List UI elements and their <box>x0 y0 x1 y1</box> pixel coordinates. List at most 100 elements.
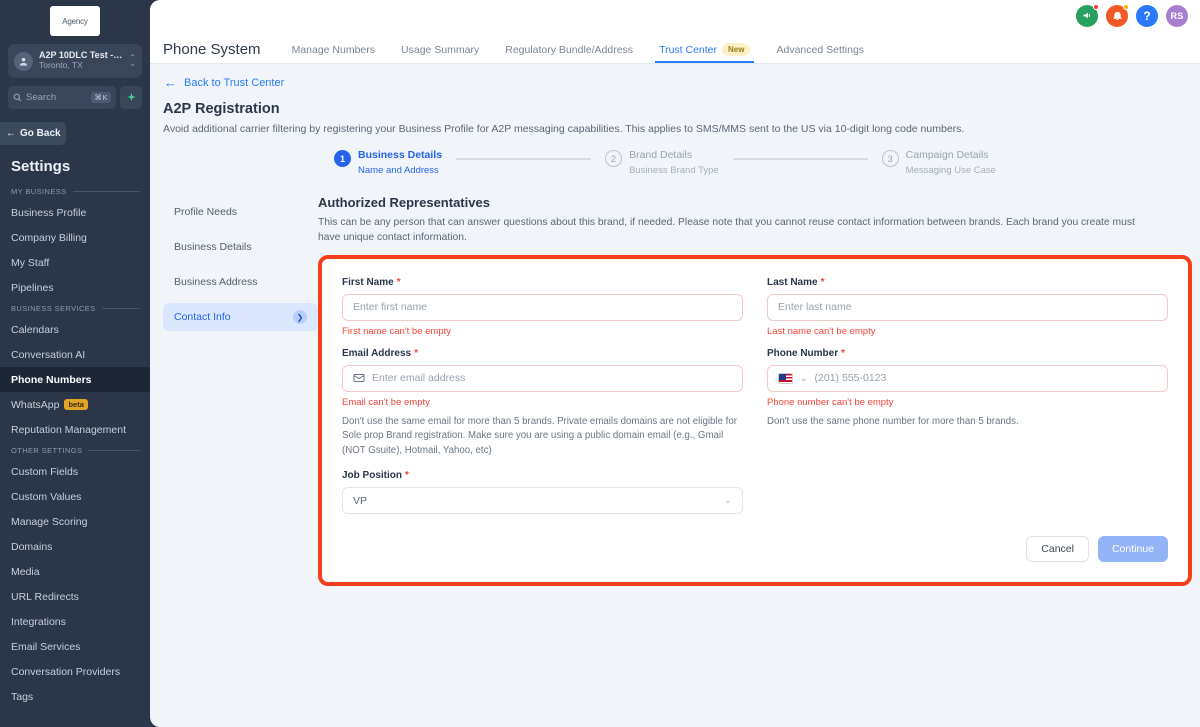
sidebar-item-phone-numbers[interactable]: Phone Numbers <box>0 367 150 392</box>
email-input[interactable]: Enter email address <box>342 364 743 392</box>
chevron-down-icon[interactable]: ⌄ <box>800 373 808 384</box>
subnav-item-business-address[interactable]: Business Address <box>163 268 318 296</box>
sparkle-icon <box>126 92 136 102</box>
sidebar-item-label: Calendars <box>11 323 59 336</box>
search-icon <box>13 93 22 102</box>
sidebar-item-conversation-providers[interactable]: Conversation Providers <box>0 659 150 684</box>
sidebar-item-tags[interactable]: Tags <box>0 684 150 709</box>
cancel-button[interactable]: Cancel <box>1026 536 1089 563</box>
account-location: Toronto, TX <box>39 60 83 71</box>
tab-advanced-settings[interactable]: Advanced Settings <box>763 44 877 63</box>
sidebar-item-reputation-management[interactable]: Reputation Management <box>0 417 150 442</box>
subnav-item-business-details[interactable]: Business Details <box>163 233 318 261</box>
subnav-item-profile-needs[interactable]: Profile Needs <box>163 198 318 226</box>
last-name-input[interactable]: Enter last name <box>767 293 1168 321</box>
account-switcher[interactable]: A2P 10DLC Test - Sh… Toronto, TX ⌃⌄ <box>8 44 142 78</box>
back-link-label: Back to Trust Center <box>184 76 285 89</box>
sidebar-item-label: Manage Scoring <box>11 515 88 528</box>
divider <box>101 308 140 309</box>
form-card-column: Authorized Representatives This can be a… <box>318 195 1200 586</box>
tab-regulatory-bundle-address[interactable]: Regulatory Bundle/Address <box>492 44 646 63</box>
bell-icon[interactable] <box>1106 3 1129 27</box>
required-marker: * <box>841 347 846 359</box>
sidebar-item-manage-scoring[interactable]: Manage Scoring <box>0 509 150 534</box>
tab-label: Usage Summary <box>401 44 480 56</box>
logo[interactable]: Agency <box>0 0 150 44</box>
sidebar-item-my-staff[interactable]: My Staff <box>0 250 150 275</box>
sidebar-item-label: Custom Fields <box>11 465 79 478</box>
step-brand-details[interactable]: 2 Brand Details Business Brand Type <box>605 149 719 177</box>
first-name-input[interactable]: Enter first name <box>342 293 743 321</box>
job-position-select[interactable]: VP ⌄ <box>342 487 743 515</box>
step-name: Brand Details <box>629 149 693 161</box>
chevron-right-icon: ❯ <box>293 310 307 324</box>
phone-input[interactable]: ⌄ (201) 555-0123 <box>767 364 1168 392</box>
chevron-down-icon: ⌄ <box>723 495 732 507</box>
search-input[interactable]: Search ⌘K <box>8 86 116 109</box>
notification-dot <box>1093 3 1099 10</box>
sidebar-item-label: URL Redirects <box>11 590 79 603</box>
email-placeholder: Enter email address <box>372 372 466 385</box>
last-name-label: Last Name * <box>767 277 1168 288</box>
subnav-item-label: Business Details <box>174 241 252 253</box>
first-name-group: First Name * Enter first name First name … <box>342 277 755 337</box>
required-marker: * <box>414 347 419 359</box>
sidebar-item-label: Custom Values <box>11 490 82 503</box>
sidebar-item-custom-fields[interactable]: Custom Fields <box>0 459 150 484</box>
label-text: Job Position <box>342 470 402 482</box>
step-name: Business Details <box>358 149 443 161</box>
subnav-item-contact-info[interactable]: Contact Info ❯ <box>163 303 318 331</box>
tab-label: Advanced Settings <box>776 44 865 56</box>
email-group: Email Address * Enter email address Email… <box>342 348 755 459</box>
back-to-trust-center-link[interactable]: ← Back to Trust Center <box>150 64 1200 89</box>
subnav-item-label: Profile Needs <box>174 206 238 218</box>
sidebar-item-url-redirects[interactable]: URL Redirects <box>0 584 150 609</box>
tab-trust-center[interactable]: Trust Center New <box>646 43 763 63</box>
tab-manage-numbers[interactable]: Manage Numbers <box>279 44 388 63</box>
form-row-job: Job Position * VP ⌄ <box>342 470 1168 515</box>
sidebar-item-domains[interactable]: Domains <box>0 534 150 559</box>
megaphone-icon[interactable] <box>1076 3 1099 27</box>
last-name-placeholder: Enter last name <box>778 301 852 314</box>
step-connector <box>732 158 868 160</box>
avatar[interactable]: RS <box>1166 4 1188 27</box>
label-text: Email Address <box>342 347 412 359</box>
stepper: 1 Business Details Name and Address 2 Br… <box>150 149 1200 177</box>
sidebar-item-pipelines[interactable]: Pipelines <box>0 275 150 300</box>
help-icon[interactable]: ? <box>1136 4 1158 27</box>
job-position-group: Job Position * VP ⌄ <box>342 470 755 515</box>
step-number: 2 <box>605 150 623 167</box>
sidebar-item-label: Email Services <box>11 640 81 653</box>
subnav-item-label: Contact Info <box>174 311 231 323</box>
nav-group-other-settings: OTHER SETTINGS <box>0 442 150 459</box>
avatar-initials: RS <box>1170 10 1184 21</box>
step-campaign-details[interactable]: 3 Campaign Details Messaging Use Case <box>881 149 996 177</box>
phone-label: Phone Number * <box>767 348 1168 359</box>
arrow-left-icon: ← <box>6 128 16 139</box>
tab-usage-summary[interactable]: Usage Summary <box>388 44 492 63</box>
form-description: This can be any person that can answer q… <box>318 217 1135 243</box>
go-back-button[interactable]: ← Go Back <box>0 122 66 145</box>
sidebar-item-company-billing[interactable]: Company Billing <box>0 225 150 250</box>
continue-button[interactable]: Continue <box>1097 536 1168 563</box>
sidebar-item-label: My Staff <box>11 256 50 269</box>
top-bar: ? RS <box>150 0 1200 31</box>
ai-spark-button[interactable] <box>120 86 142 109</box>
sidebar-item-integrations[interactable]: Integrations <box>0 609 150 634</box>
phone-hint: Don't use the same phone number for more… <box>767 415 1019 427</box>
form-subnav: Profile Needs Business Details Business … <box>163 195 318 586</box>
sidebar-item-whatsapp[interactable]: WhatsApp beta <box>0 392 150 417</box>
step-business-details[interactable]: 1 Business Details Name and Address <box>334 149 442 177</box>
sidebar-item-calendars[interactable]: Calendars <box>0 317 150 342</box>
chevron-updown-icon: ⌃ ⌄ <box>129 53 136 68</box>
job-position-spacer <box>755 470 1168 514</box>
sidebar-item-business-profile[interactable]: Business Profile <box>0 200 150 225</box>
sidebar-item-conversation-ai[interactable]: Conversation AI <box>0 342 150 367</box>
us-flag-icon <box>778 372 793 384</box>
sidebar-item-custom-values[interactable]: Custom Values <box>0 484 150 509</box>
label-text: First Name <box>342 276 394 288</box>
search-shortcut: ⌘K <box>91 92 111 103</box>
sidebar-item-email-services[interactable]: Email Services <box>0 634 150 659</box>
sidebar-item-media[interactable]: Media <box>0 559 150 584</box>
phone-placeholder: (201) 555-0123 <box>814 372 887 385</box>
